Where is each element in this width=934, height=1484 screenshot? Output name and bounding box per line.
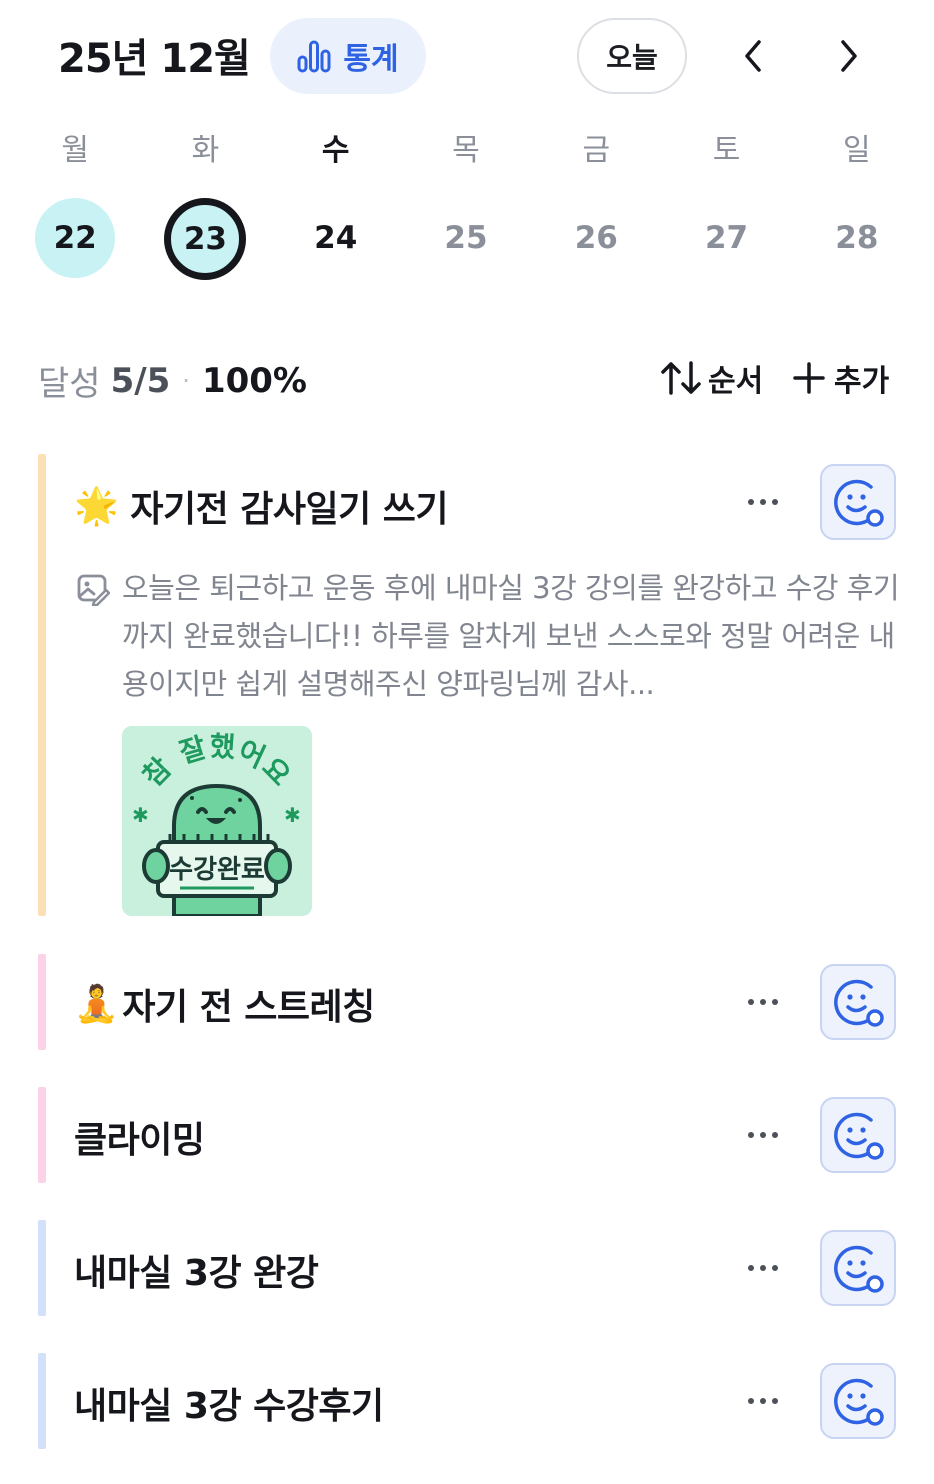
habit-title[interactable]: 내마실 3강 수강후기 xyxy=(74,1377,384,1429)
day-of-week: 수 xyxy=(321,133,350,168)
stats-button[interactable]: 통계 xyxy=(270,18,426,94)
plus-icon xyxy=(793,362,825,394)
mood-button[interactable] xyxy=(820,1230,896,1306)
more-options-button[interactable] xyxy=(738,1115,788,1155)
habit-color-bar xyxy=(38,954,46,1050)
sticker-image[interactable]: ✱ ✱ 참 잘했어요 수강완료 xyxy=(122,726,312,916)
day-column[interactable]: 목 25 xyxy=(401,126,531,280)
smiley-add-icon xyxy=(834,479,884,527)
add-label: 추가 xyxy=(834,364,890,399)
habit-color-bar xyxy=(38,1353,46,1449)
order-button[interactable]: 순서 xyxy=(660,356,763,400)
day-of-week: 월 xyxy=(61,133,89,168)
habit-card[interactable]: 🌟 자기전 감사일기 쓰기 오늘은 퇴근하고 운동 후에 내마실 3강 강의를 … xyxy=(38,454,900,916)
habit-title-text: 자기전 감사일기 쓰기 xyxy=(130,489,448,530)
month-title[interactable]: 25년 12월 xyxy=(58,26,251,84)
today-button[interactable]: 오늘 xyxy=(577,18,687,94)
mood-button[interactable] xyxy=(820,1363,896,1439)
chevron-left-icon xyxy=(745,40,761,72)
habit-title-text: 내마실 3강 수강후기 xyxy=(74,1386,384,1427)
date-cell[interactable]: 22 xyxy=(35,198,116,278)
stats-label: 통계 xyxy=(343,42,399,77)
svg-text:✱: ✱ xyxy=(132,803,149,827)
habit-title[interactable]: 내마실 3강 완강 xyxy=(74,1244,319,1296)
day-column[interactable]: 금 26 xyxy=(531,126,661,280)
achievement-label: 달성 xyxy=(38,364,101,404)
day-of-week: 일 xyxy=(843,133,871,168)
add-habit-button[interactable]: 추가 xyxy=(792,356,889,400)
habit-title[interactable]: 🧘 자기 전 스트레칭 xyxy=(74,978,375,1030)
day-column[interactable]: 토 27 xyxy=(661,126,791,280)
date-cell[interactable]: 25 xyxy=(426,198,506,278)
smiley-add-icon xyxy=(834,1112,884,1160)
more-options-button[interactable] xyxy=(738,482,788,522)
prev-week-button[interactable] xyxy=(730,32,776,80)
habit-color-bar xyxy=(38,454,46,916)
order-label: 순서 xyxy=(708,364,764,399)
day-of-week: 금 xyxy=(582,133,611,168)
separator-dot: · xyxy=(182,366,190,395)
habit-title-text: 클라이밍 xyxy=(74,1120,205,1161)
achievement-count: 5/5 xyxy=(110,360,171,401)
bar-chart-icon xyxy=(297,39,331,73)
photo-note-icon xyxy=(77,574,110,606)
day-column[interactable]: 월 22 xyxy=(10,126,140,280)
habit-emoji: 🧘 xyxy=(74,984,119,1025)
habit-title-text: 내마실 3강 완강 xyxy=(74,1253,319,1294)
smiley-add-icon xyxy=(834,1378,884,1426)
chevron-right-icon xyxy=(841,40,857,72)
date-cell-selected[interactable]: 23 xyxy=(164,198,247,280)
habit-card[interactable]: 내마실 3강 완강 xyxy=(38,1220,898,1316)
smiley-add-icon xyxy=(834,1245,884,1293)
day-column[interactable]: 수 24 xyxy=(271,126,401,280)
sort-arrows-icon xyxy=(661,361,701,395)
mood-button[interactable] xyxy=(820,1097,896,1173)
achievement-percent: 100% xyxy=(201,360,307,401)
habit-card[interactable]: 🧘 자기 전 스트레칭 xyxy=(38,954,898,1050)
more-options-button[interactable] xyxy=(738,1248,788,1288)
habit-emoji: 🌟 xyxy=(74,486,119,527)
sticker-sign-text: 수강완료 xyxy=(169,855,265,885)
more-options-button[interactable] xyxy=(738,982,788,1022)
date-cell[interactable]: 26 xyxy=(556,198,636,278)
habit-title[interactable]: 클라이밍 xyxy=(74,1111,205,1163)
more-options-button[interactable] xyxy=(738,1381,788,1421)
day-of-week: 화 xyxy=(191,133,220,168)
habit-title[interactable]: 🌟 자기전 감사일기 쓰기 xyxy=(74,480,448,532)
date-cell[interactable]: 27 xyxy=(687,198,767,278)
day-column[interactable]: 일 28 xyxy=(792,126,922,280)
habit-card[interactable]: 내마실 3강 수강후기 xyxy=(38,1353,898,1449)
day-of-week: 목 xyxy=(452,133,480,168)
achievement-summary: 달성 5/5 · 100% xyxy=(38,356,307,405)
next-week-button[interactable] xyxy=(826,32,872,80)
date-cell-today[interactable]: 24 xyxy=(296,198,376,278)
smiley-add-icon xyxy=(834,979,884,1027)
note-text: 오늘은 퇴근하고 운동 후에 내마실 3강 강의를 완강하고 수강 후기까지 완… xyxy=(122,571,900,701)
day-column[interactable]: 화 23 xyxy=(140,126,270,280)
mood-button[interactable] xyxy=(820,464,896,540)
habit-color-bar xyxy=(38,1087,46,1183)
mood-button[interactable] xyxy=(820,964,896,1040)
day-of-week: 토 xyxy=(712,133,741,168)
date-cell[interactable]: 28 xyxy=(817,198,897,278)
habit-color-bar xyxy=(38,1220,46,1316)
week-strip: 월 22 화 23 수 24 목 25 금 26 토 27 일 28 xyxy=(10,126,922,280)
habit-card[interactable]: 클라이밍 xyxy=(38,1087,898,1183)
svg-text:✱: ✱ xyxy=(284,803,301,827)
habit-title-text: 자기 전 스트레칭 xyxy=(122,987,375,1028)
